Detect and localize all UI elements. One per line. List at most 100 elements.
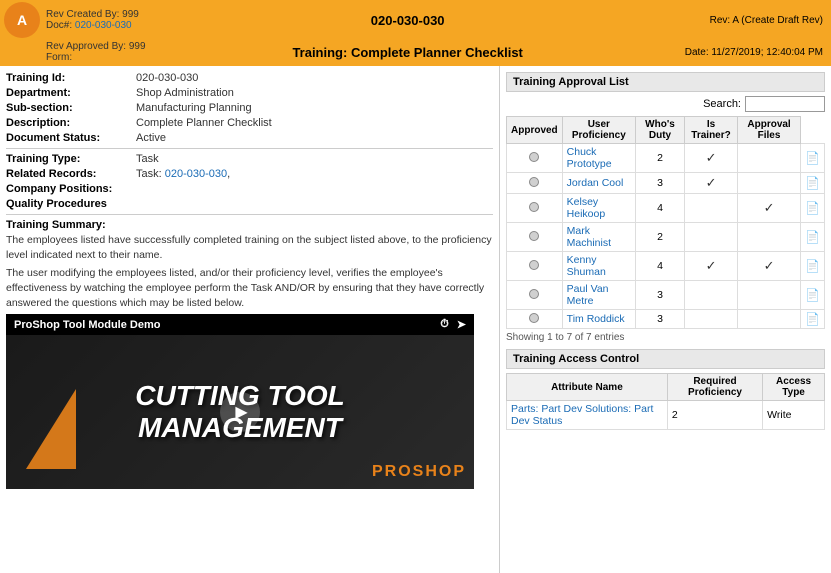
table-row: Tim Roddick 3 📄 bbox=[507, 310, 825, 329]
video-title: ProShop Tool Module Demo bbox=[14, 319, 160, 331]
triangle-decoration bbox=[26, 389, 76, 469]
document-icon: 📄 bbox=[805, 151, 820, 165]
whos-duty-check: ✓ bbox=[684, 144, 737, 173]
doc-status-label: Document Status: bbox=[6, 132, 136, 144]
related-records-label: Related Records: bbox=[6, 168, 136, 180]
approved-radio[interactable] bbox=[529, 152, 539, 162]
right-panel: Training Approval List Search: Approved … bbox=[500, 66, 831, 573]
training-type-label: Training Type: bbox=[6, 153, 136, 165]
proficiency-value: 3 bbox=[635, 310, 684, 329]
department-label: Department: bbox=[6, 87, 136, 99]
training-summary-title: Training Summary: bbox=[6, 219, 493, 231]
approval-files-icon[interactable]: 📄 bbox=[801, 310, 825, 329]
access-type-value: Write bbox=[763, 401, 825, 430]
employee-link[interactable]: Kenny Shuman bbox=[567, 254, 606, 278]
col-approval-files: Approval Files bbox=[738, 117, 801, 144]
video-container[interactable]: ProShop Tool Module Demo ⏱ ➤ Cutting Too… bbox=[6, 314, 474, 489]
checkmark-icon: ✓ bbox=[706, 150, 717, 165]
training-type-value: Task bbox=[136, 153, 493, 165]
training-id-label: Training Id: bbox=[6, 72, 136, 84]
checkmark-icon: ✓ bbox=[706, 175, 717, 190]
table-row: Chuck Prototype2✓📄 bbox=[507, 144, 825, 173]
approval-files-icon[interactable]: 📄 bbox=[801, 144, 825, 173]
employee-link[interactable]: Mark Machinist bbox=[567, 225, 611, 249]
access-attribute-link[interactable]: Parts: Part Dev Solutions: Part Dev Stat… bbox=[511, 403, 653, 427]
whos-duty-check: ✓ bbox=[684, 252, 737, 281]
summary-text-2: The user modifying the employees listed,… bbox=[6, 266, 493, 310]
required-proficiency-value: 2 bbox=[667, 401, 762, 430]
is-trainer-check bbox=[738, 144, 801, 173]
employee-link[interactable]: Tim Roddick bbox=[567, 313, 625, 325]
document-icon: 📄 bbox=[805, 312, 820, 326]
description-value: Complete Planner Checklist bbox=[136, 117, 493, 129]
access-col-type: Access Type bbox=[763, 374, 825, 401]
access-table: Attribute Name Required Proficiency Acce… bbox=[506, 373, 825, 430]
document-icon: 📄 bbox=[805, 201, 820, 215]
rev-status: Rev: A (Create Draft Rev) bbox=[710, 15, 823, 26]
left-panel: Training Id: 020-030-030 Department: Sho… bbox=[0, 66, 500, 573]
checkmark-icon: ✓ bbox=[764, 258, 775, 273]
checkmark-icon: ✓ bbox=[706, 258, 717, 273]
approved-radio[interactable] bbox=[529, 202, 539, 212]
whos-duty-check bbox=[684, 194, 737, 223]
approval-files-icon[interactable]: 📄 bbox=[801, 223, 825, 252]
company-positions-label: Company Positions: bbox=[6, 183, 136, 195]
whos-duty-check bbox=[684, 281, 737, 310]
approval-files-icon[interactable]: 📄 bbox=[801, 281, 825, 310]
approval-files-icon[interactable]: 📄 bbox=[801, 194, 825, 223]
showing-text: Showing 1 to 7 of 7 entries bbox=[506, 332, 825, 343]
table-row: Jordan Cool 3 ✓ 📄 bbox=[507, 173, 825, 194]
approved-radio[interactable] bbox=[529, 313, 539, 323]
is-trainer-check bbox=[738, 310, 801, 329]
page-title-main: Training: Complete Planner Checklist bbox=[292, 45, 522, 60]
employee-link[interactable]: Kelsey Heikoop bbox=[567, 196, 606, 220]
rev-approved-label: Rev Approved By: 999 bbox=[46, 41, 200, 52]
search-label: Search: bbox=[703, 98, 741, 110]
is-trainer-check: ✓ bbox=[738, 252, 801, 281]
access-col-proficiency: Required Proficiency bbox=[667, 374, 762, 401]
access-col-attribute: Attribute Name bbox=[507, 374, 668, 401]
proficiency-value: 3 bbox=[635, 173, 684, 194]
employee-link[interactable]: Paul Van Metre bbox=[567, 283, 609, 307]
summary-text-1: The employees listed have successfully c… bbox=[6, 233, 493, 262]
related-records-value: Task: 020-030-030, bbox=[136, 168, 493, 180]
subsection-label: Sub-section: bbox=[6, 102, 136, 114]
employee-link[interactable]: Chuck Prototype bbox=[567, 146, 612, 170]
training-id-value: 020-030-030 bbox=[136, 72, 493, 84]
is-trainer-check bbox=[738, 173, 801, 194]
document-icon: 📄 bbox=[805, 259, 820, 273]
doc-number-label: Doc#: 020-030-030 bbox=[46, 20, 200, 31]
video-icons: ⏱ ➤ bbox=[440, 318, 466, 331]
related-records-link[interactable]: 020-030-030 bbox=[165, 168, 227, 180]
document-icon: 📄 bbox=[805, 176, 820, 190]
approved-radio[interactable] bbox=[529, 231, 539, 241]
approved-radio[interactable] bbox=[529, 289, 539, 299]
subsection-value: Manufacturing Planning bbox=[136, 102, 493, 114]
department-value: Shop Administration bbox=[136, 87, 493, 99]
table-row: Mark Machinist2📄 bbox=[507, 223, 825, 252]
table-row: Kelsey Heikoop4✓📄 bbox=[507, 194, 825, 223]
col-whos-duty: Who's Duty bbox=[635, 117, 684, 144]
access-control-header: Training Access Control bbox=[506, 349, 825, 369]
whos-duty-check bbox=[684, 223, 737, 252]
search-input[interactable] bbox=[745, 96, 825, 112]
document-icon: 📄 bbox=[805, 230, 820, 244]
approval-files-icon[interactable]: 📄 bbox=[801, 252, 825, 281]
proficiency-value: 4 bbox=[635, 194, 684, 223]
approved-radio[interactable] bbox=[529, 260, 539, 270]
approval-files-icon[interactable]: 📄 bbox=[801, 173, 825, 194]
proficiency-value: 4 bbox=[635, 252, 684, 281]
col-is-trainer: Is Trainer? bbox=[684, 117, 737, 144]
approved-radio[interactable] bbox=[529, 177, 539, 187]
form-label: Form: bbox=[46, 52, 200, 63]
employee-link[interactable]: Jordan Cool bbox=[567, 177, 624, 189]
col-user-proficiency: User Proficiency bbox=[562, 117, 635, 144]
is-trainer-check bbox=[738, 281, 801, 310]
logo: A bbox=[4, 2, 40, 38]
document-icon: 📄 bbox=[805, 288, 820, 302]
table-row: Kenny Shuman 4 ✓ ✓ 📄 bbox=[507, 252, 825, 281]
page-header: A Rev Created By: 999 Doc#: 020-030-030 … bbox=[0, 0, 831, 66]
proshop-logo: PROSHOP bbox=[372, 463, 466, 481]
rev-created-label: Rev Created By: 999 bbox=[46, 9, 200, 20]
clock-icon: ⏱ bbox=[440, 318, 449, 331]
